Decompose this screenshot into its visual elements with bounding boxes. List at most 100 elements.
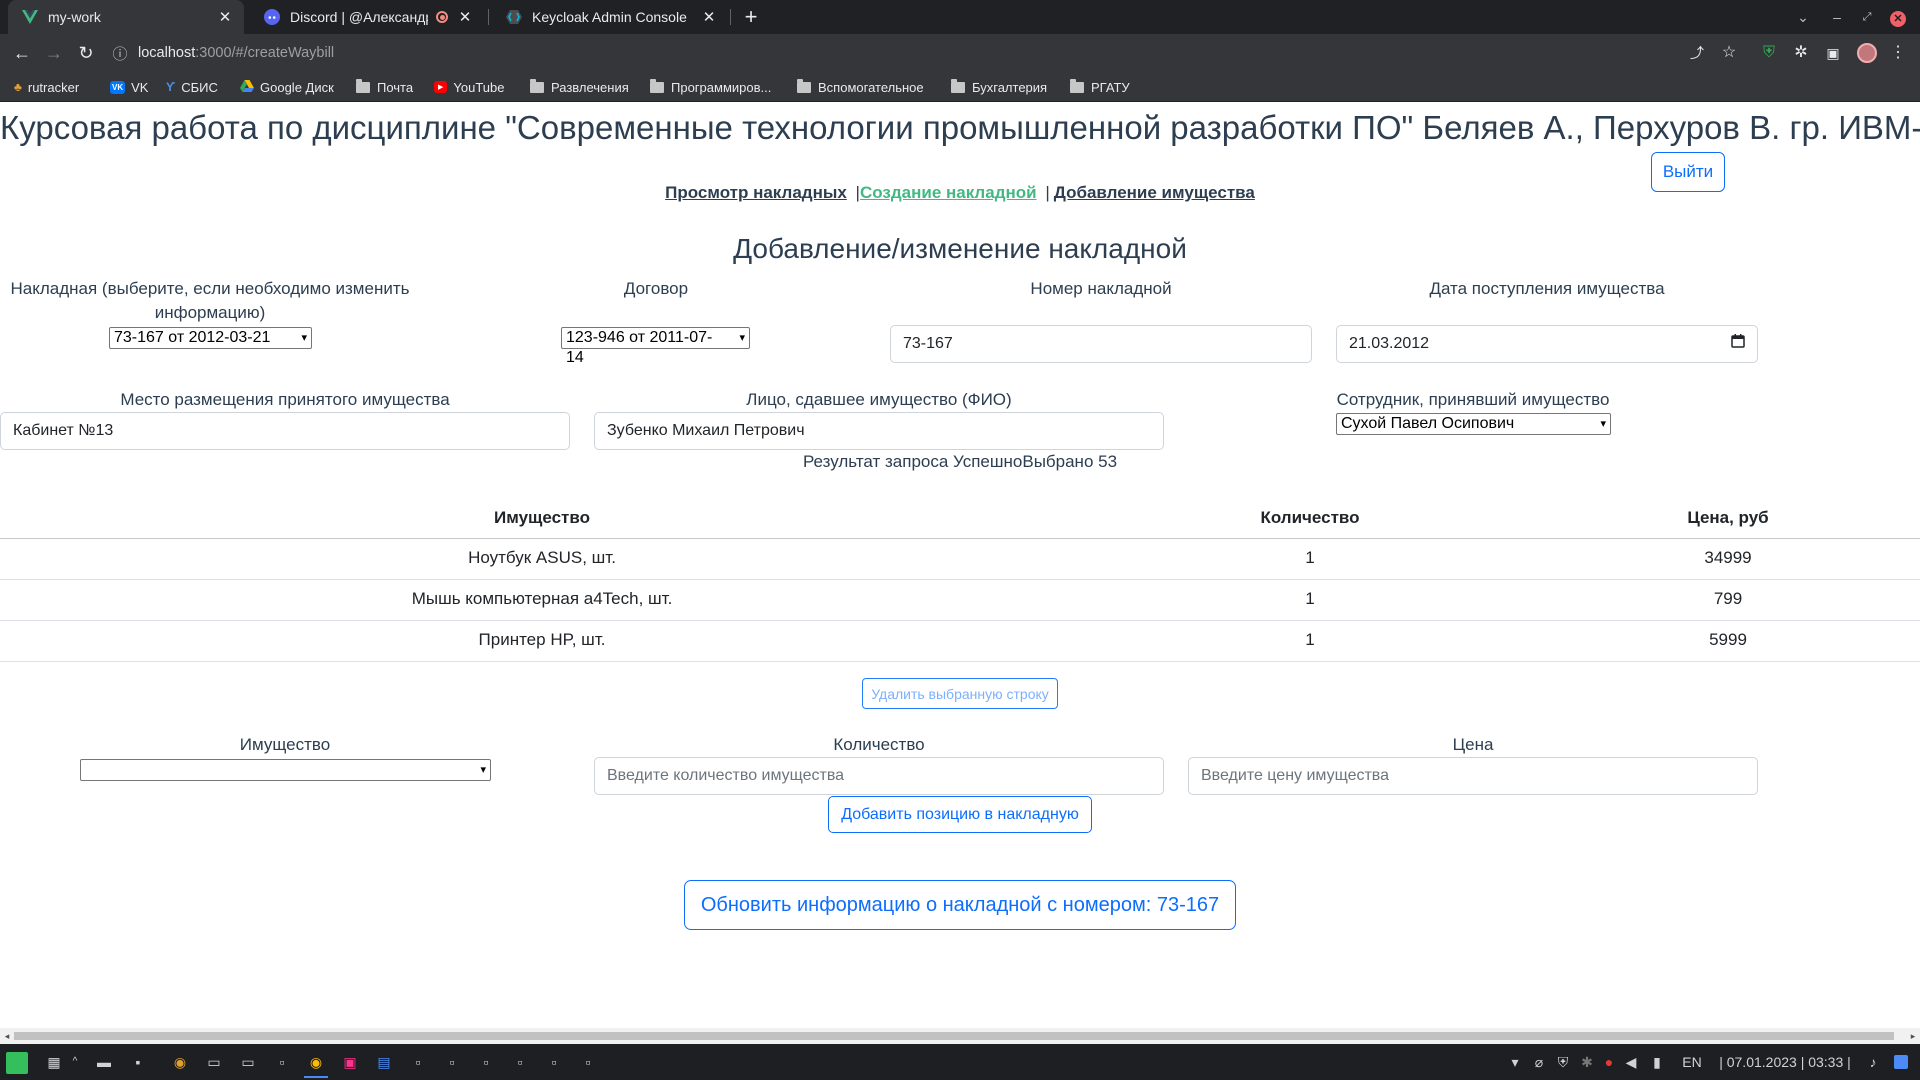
waybill-select[interactable]: 73-167 от 2012-03-21 ▾ — [109, 327, 312, 349]
tab-keycloak[interactable]: Keycloak Admin Console ✕ — [492, 0, 728, 34]
wifi-icon[interactable]: ▾ — [1504, 1044, 1526, 1080]
keyboard-layout[interactable]: EN — [1678, 1044, 1706, 1080]
tab-title: my-work — [48, 9, 101, 25]
scroll-right-icon[interactable]: ▸ — [1906, 1028, 1920, 1044]
bookmark-star-icon[interactable]: ☆ — [1715, 34, 1743, 72]
close-window-icon[interactable]: ✕ — [1883, 0, 1913, 34]
shield-tray-icon[interactable]: ⛨ — [1552, 1044, 1574, 1080]
show-desktop-icon[interactable] — [1894, 1055, 1908, 1069]
cell-qty: 1 — [1305, 630, 1315, 649]
manjaro-menu-icon[interactable] — [6, 1052, 28, 1074]
new-tab-plus-icon[interactable]: + — [738, 4, 764, 30]
recording-icon — [436, 11, 448, 23]
terminal-window-icon[interactable]: ▭ — [236, 1044, 260, 1080]
receipt-date-input[interactable]: 21.03.2012 — [1336, 325, 1758, 363]
jetbrains-icon[interactable]: ▣ — [338, 1044, 362, 1080]
minimize-icon[interactable]: – — [1822, 0, 1852, 34]
folder-window-icon[interactable]: ▫ — [542, 1044, 566, 1080]
add-position-button[interactable]: Добавить позицию в накладную — [828, 796, 1092, 833]
site-info-icon[interactable]: ⓘ — [112, 43, 128, 64]
folder-window-icon[interactable]: ▫ — [508, 1044, 532, 1080]
menu-kebab-icon[interactable]: ⋮ — [1884, 34, 1912, 72]
workspace-grid-icon[interactable]: ▦ — [42, 1044, 66, 1080]
microphone-icon[interactable]: ● — [1598, 1044, 1620, 1080]
chevron-up-icon[interactable]: ^ — [68, 1044, 82, 1080]
add-item-select[interactable]: ▾ — [80, 759, 491, 781]
contract-select[interactable]: 123-946 от 2011-07-14 ▾ — [561, 327, 750, 366]
terminal-window-icon[interactable]: ▭ — [202, 1044, 226, 1080]
add-price-label: Цена — [1452, 735, 1494, 754]
waybill-number-input[interactable]: 73-167 — [890, 325, 1312, 363]
delete-row-button[interactable]: Удалить выбранную строку — [862, 678, 1058, 709]
volume-icon[interactable]: ◀ — [1620, 1044, 1642, 1080]
employee-select[interactable]: Сухой Павел Осипович ▾ — [1336, 413, 1611, 435]
folder-window-icon[interactable]: ▫ — [576, 1044, 600, 1080]
os-taskbar: ▦ ^ ▬ ▪ ◉ ▭ ▭ ▫ ◉ ▣ ▤ ▫ ▫ ▫ ▫ ▫ ▫ ▾ ⌀ ⛨ … — [0, 1044, 1920, 1080]
paperclip-icon[interactable]: ⌀ — [1528, 1044, 1550, 1080]
battery-icon[interactable]: ▮ — [1646, 1044, 1668, 1080]
tab-search-chevron-icon[interactable]: ⌄ — [1788, 0, 1818, 34]
bookmark-folder-entertainment[interactable]: Развлечения — [530, 72, 629, 102]
extensions-puzzle-icon[interactable]: ✲ — [1787, 34, 1815, 72]
horizontal-scrollbar[interactable]: ◂ ▸ — [0, 1028, 1920, 1044]
folder-icon — [1070, 78, 1084, 93]
google-drive-icon — [240, 79, 254, 95]
bookmark-folder-pochta[interactable]: Почта — [356, 72, 413, 102]
vue-icon — [22, 9, 38, 25]
editor-window-icon[interactable]: ▤ — [372, 1044, 396, 1080]
folder-window-icon[interactable]: ▫ — [474, 1044, 498, 1080]
location-input[interactable]: Кабинет №13 — [0, 412, 570, 450]
chrome-window-icon[interactable]: ◉ — [304, 1044, 328, 1078]
bookmark-youtube[interactable]: ▶ YouTube — [434, 72, 504, 102]
cell-price: 5999 — [1709, 630, 1747, 649]
folder-window-icon[interactable]: ▫ — [270, 1044, 294, 1080]
bookmark-sbis[interactable]: ϒ СБИС — [166, 72, 218, 102]
folder-window-icon[interactable]: ▫ — [406, 1044, 430, 1080]
bookmark-folder-auxiliary[interactable]: Вспомогательное — [797, 72, 924, 102]
waybill-number-label: Номер накладной — [1030, 279, 1172, 298]
folder-window-icon[interactable]: ▫ — [440, 1044, 464, 1080]
close-tab-icon[interactable]: ✕ — [456, 8, 474, 26]
scrollbar-thumb[interactable] — [14, 1032, 1894, 1040]
add-qty-input[interactable]: Введите количество имущества — [594, 757, 1164, 795]
nav-create-waybill[interactable]: Создание накладной — [860, 183, 1037, 202]
bookmark-folder-accounting[interactable]: Бухгалтерия — [951, 72, 1047, 102]
giver-input[interactable]: Зубенко Михаил Петрович — [594, 412, 1164, 450]
nav-view-waybills[interactable]: Просмотр накладных — [665, 183, 847, 202]
notification-bell-icon[interactable]: ♪ — [1862, 1044, 1884, 1080]
file-manager-icon[interactable]: ▬ — [92, 1044, 116, 1080]
folder-icon — [530, 78, 544, 93]
restore-icon[interactable]: ⤢ — [1852, 0, 1882, 34]
bookmark-rutracker[interactable]: ♣ rutracker — [14, 72, 79, 102]
cell-item: Ноутбук ASUS, шт. — [468, 548, 616, 567]
bluetooth-icon[interactable]: ✱ — [1576, 1044, 1598, 1080]
bookmark-google-drive[interactable]: Google Диск — [240, 72, 334, 102]
clock[interactable]: | 07.01.2023 | 03:33 | — [1710, 1044, 1860, 1080]
tab-my-work[interactable]: my-work ✕ — [8, 0, 244, 34]
cell-item: Мышь компьютерная a4Tech, шт. — [411, 589, 673, 608]
chromium-icon[interactable]: ◉ — [168, 1044, 192, 1080]
back-arrow-icon[interactable]: ← — [8, 34, 36, 72]
tab-discord[interactable]: Discord | @Александр Б ✕ — [250, 0, 484, 34]
update-waybill-button[interactable]: Обновить информацию о накладной с номеро… — [684, 880, 1236, 930]
add-price-input[interactable]: Введите цену имущества — [1188, 757, 1758, 795]
calendar-icon[interactable] — [1731, 326, 1745, 362]
bookmark-folder-programming[interactable]: Программиров... — [650, 72, 771, 102]
profile-avatar-icon[interactable] — [1857, 43, 1877, 63]
terminal-icon[interactable]: ▪ — [126, 1044, 150, 1080]
reload-icon[interactable]: ↻ — [72, 34, 100, 72]
tab-separator — [488, 9, 489, 25]
address-bar[interactable]: ⓘ localhost:3000/#/createWaybill — [112, 38, 1672, 68]
bookmark-vk[interactable]: VK VK — [110, 72, 148, 102]
shield-extension-icon[interactable]: ⛨ — [1755, 34, 1783, 72]
forward-arrow-icon[interactable]: → — [40, 34, 68, 72]
close-tab-icon[interactable]: ✕ — [216, 8, 234, 26]
query-status-text: Результат запроса УспешноВыбрано 53 — [802, 452, 1118, 471]
share-icon[interactable]: ⤴ — [1683, 34, 1711, 72]
nav-add-property[interactable]: Добавление имущества — [1054, 183, 1255, 202]
scroll-left-icon[interactable]: ◂ — [0, 1028, 14, 1044]
bookmark-folder-rgatu[interactable]: РГАТУ — [1070, 72, 1130, 102]
tab-title: Keycloak Admin Console — [532, 9, 687, 25]
side-panel-icon[interactable]: ▣ — [1819, 34, 1847, 72]
close-tab-icon[interactable]: ✕ — [700, 8, 718, 26]
